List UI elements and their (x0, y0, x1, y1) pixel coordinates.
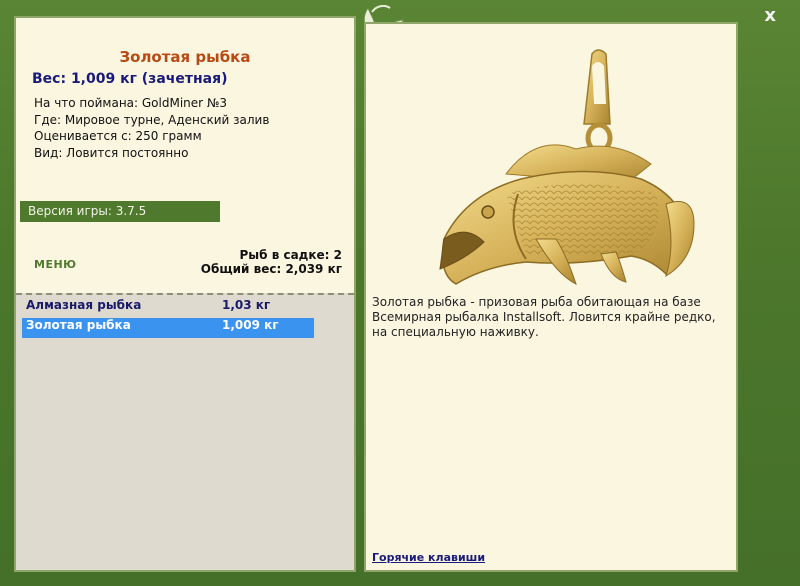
fish-count: Рыб в садке: 2 (239, 248, 343, 262)
total-weight: Общий вес: 2,039 кг (200, 262, 342, 276)
close-button[interactable]: x (764, 6, 776, 26)
fish-name: Золотая рыбка (26, 318, 131, 332)
game-version: Версия игры: 3.7.5 (20, 201, 220, 222)
list-item[interactable]: Золотая рыбка 1,009 кг (22, 318, 314, 338)
menu-button-label: меню (34, 258, 77, 271)
window-frame: x Золотая рыбка Вес: 1,009 кг (зачетная)… (0, 0, 800, 586)
rated-from-text: Оценивается с: 250 грамм (34, 129, 202, 143)
fish-weight: Вес: 1,009 кг (зачетная) (32, 71, 228, 87)
fish-description: Золотая рыбка - призовая рыба обитающая … (372, 295, 716, 339)
keepnet-stats: Рыб в садке: 2 Общий вес: 2,039 кг (201, 248, 342, 276)
fish-title: Золотая рыбка (119, 48, 251, 66)
fish-list: Алмазная рыбка 1,03 кг Золотая рыбка 1,0… (22, 298, 314, 338)
caught-on-text: На что поймана: GoldMiner №3 (34, 96, 228, 110)
fish-info-panel: Золотая рыбка Вес: 1,009 кг (зачетная) Н… (14, 16, 356, 572)
fish-name: Алмазная рыбка (26, 298, 142, 312)
fish-weight-value: 1,03 кг (222, 298, 271, 312)
fish-image-panel: Золотая рыбка - призовая рыба обитающая … (364, 22, 738, 572)
list-item[interactable]: Алмазная рыбка 1,03 кг (22, 298, 314, 318)
golden-fish-image (439, 49, 695, 285)
location-text: Где: Мировое турне, Аденский залив (34, 112, 270, 127)
fish-type-text: Вид: Ловится постоянно (34, 145, 189, 160)
fish-weight-value: 1,009 кг (222, 318, 279, 332)
hotkeys-link[interactable]: Горячие клавиши (372, 551, 485, 564)
fish-details: На что поймана: GoldMiner №3 Где: Мирово… (34, 95, 269, 161)
menu-button[interactable]: меню (34, 258, 77, 271)
